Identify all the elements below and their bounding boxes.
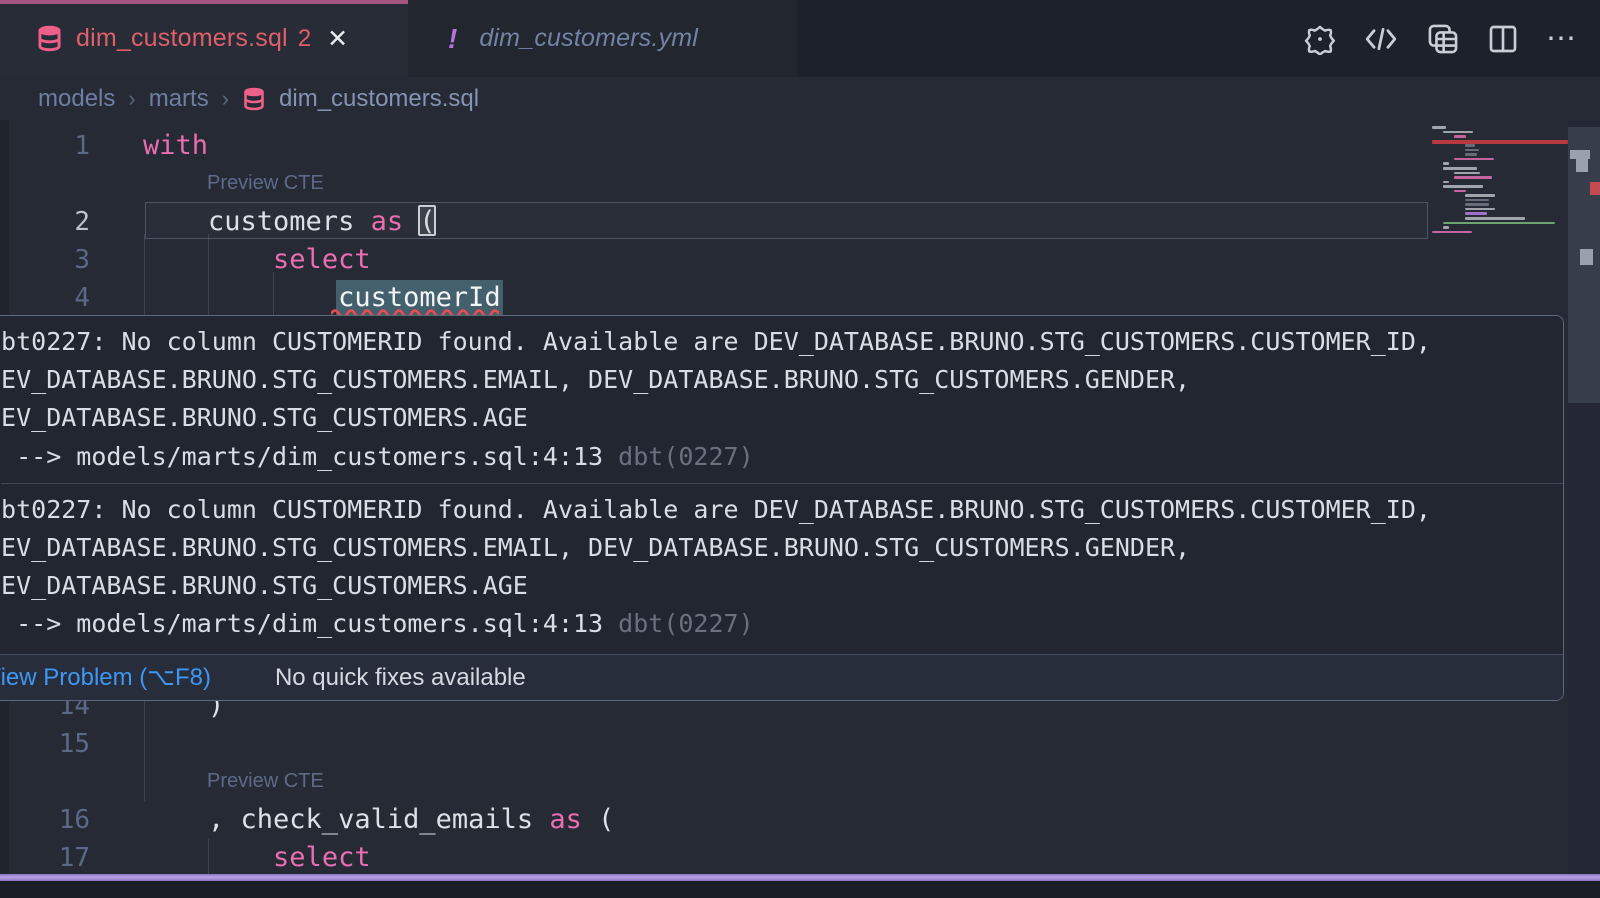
minimap-line — [1465, 217, 1525, 220]
overview-ruler-mark — [1580, 249, 1593, 265]
minimap-error-line — [1432, 140, 1568, 144]
error-message-line: DEV_DATABASE.BRUNO.STG_CUSTOMERS.EMAIL, … — [0, 529, 1563, 567]
breadcrumb-marts[interactable]: marts — [149, 85, 209, 113]
minimap-line — [1454, 176, 1492, 179]
line-number: 4 — [0, 279, 90, 317]
chevron-right-icon: › — [128, 86, 135, 112]
minimap-line — [1443, 185, 1483, 188]
line-number: 16 — [0, 801, 90, 839]
minimap-line — [1465, 199, 1489, 202]
line-number: 15 — [0, 725, 90, 763]
minimap-line — [1443, 181, 1449, 184]
minimap-line — [1465, 194, 1495, 197]
line-number: 1 — [0, 127, 90, 165]
hover-status-bar: View Problem (⌥F8) No quick fixes availa… — [0, 654, 1563, 700]
no-quick-fixes-label: No quick fixes available — [275, 664, 526, 692]
codelens-preview-cte[interactable]: Preview CTE — [207, 763, 324, 801]
breadcrumb-models[interactable]: models — [38, 85, 115, 113]
minimap-line — [1443, 226, 1449, 229]
line-number: 2 — [0, 203, 90, 241]
minimap-line — [1454, 172, 1480, 175]
database-icon — [242, 87, 266, 111]
minimap-line — [1443, 222, 1555, 225]
error-exclamation-icon: ! — [448, 23, 457, 55]
panel-edge — [0, 881, 1600, 898]
code-line-17[interactable]: select — [143, 839, 371, 877]
error-location-line: --> models/marts/dim_customers.sql:4:13 … — [0, 438, 1563, 476]
more-actions-button[interactable]: ⋯ — [1546, 21, 1578, 56]
code-line-1[interactable]: with — [143, 127, 208, 165]
minimap-line — [1465, 144, 1475, 147]
minimap-line — [1454, 158, 1494, 161]
chevron-right-icon: › — [222, 86, 229, 112]
hover-separator — [1, 483, 1563, 484]
minimap-line — [1443, 131, 1473, 134]
minimap-line — [1432, 126, 1446, 129]
breadcrumb: models › marts › dim_customers.sql — [38, 77, 479, 121]
line-number: 17 — [0, 839, 90, 877]
code-editor[interactable]: 1withPreview CTE2 customers as (3 select… — [0, 120, 1600, 875]
minimap-line — [1465, 203, 1489, 206]
tab-dim-customers-yml[interactable]: ! dim_customers.yml — [408, 0, 797, 77]
code-line-16[interactable]: , check_valid_emails as ( — [143, 801, 614, 839]
minimap-line — [1443, 162, 1449, 165]
error-message-line: dbt0227: No column CUSTOMERID found. Ava… — [0, 323, 1563, 361]
minimap-line — [1454, 190, 1466, 193]
tab-label: dim_customers.yml — [479, 24, 698, 53]
minimap-line — [1465, 153, 1477, 156]
error-message-line: DEV_DATABASE.BRUNO.STG_CUSTOMERS.AGE — [0, 399, 1563, 437]
tab-dim-customers-sql[interactable]: dim_customers.sql 2 ✕ — [0, 0, 408, 77]
query-results-button[interactable] — [1426, 22, 1460, 56]
error-message-line: DEV_DATABASE.BRUNO.STG_CUSTOMERS.EMAIL, … — [0, 361, 1563, 399]
close-icon[interactable]: ✕ — [327, 24, 348, 54]
open-compiled-code-button[interactable] — [1363, 24, 1399, 54]
dbt-logo-button[interactable] — [1304, 23, 1336, 55]
text-cursor — [418, 205, 436, 236]
tab-bar: dim_customers.sql 2 ✕ ! dim_customers.ym… — [0, 0, 1600, 77]
database-icon — [36, 25, 63, 52]
breadcrumb-file[interactable]: dim_customers.sql — [279, 85, 479, 113]
overview-ruler-mark — [1576, 159, 1588, 172]
minimap-line — [1432, 231, 1472, 234]
editor-actions: ⋯ — [1304, 0, 1578, 77]
view-problem-link[interactable]: View Problem (⌥F8) — [0, 663, 211, 692]
code-line-3[interactable]: select — [143, 241, 371, 279]
split-editor-button[interactable] — [1487, 23, 1519, 55]
minimap-line — [1454, 135, 1466, 138]
minimap-line — [1465, 208, 1495, 211]
scrollbar[interactable] — [1568, 120, 1600, 875]
line-number: 3 — [0, 241, 90, 279]
overview-ruler-mark — [1590, 182, 1600, 195]
error-hover-popup: dbt0227: No column CUSTOMERID found. Ava… — [0, 315, 1564, 701]
editor-window: dim_customers.sql 2 ✕ ! dim_customers.ym… — [0, 0, 1600, 898]
error-location-line: --> models/marts/dim_customers.sql:4:13 … — [0, 605, 1563, 643]
codelens-preview-cte[interactable]: Preview CTE — [207, 165, 324, 203]
code-line-2[interactable]: customers as ( — [143, 203, 436, 241]
tab-label: dim_customers.sql — [76, 24, 288, 53]
error-message-line: DEV_DATABASE.BRUNO.STG_CUSTOMERS.AGE — [0, 567, 1563, 605]
minimap-line — [1443, 167, 1477, 170]
minimap-line — [1465, 149, 1479, 152]
problem-count-badge: 2 — [298, 25, 311, 53]
minimap-line — [1465, 212, 1487, 215]
overview-ruler-mark — [1570, 150, 1590, 159]
panel-resize-handle[interactable] — [0, 874, 1600, 881]
error-message-line: dbt0227: No column CUSTOMERID found. Ava… — [0, 491, 1563, 529]
